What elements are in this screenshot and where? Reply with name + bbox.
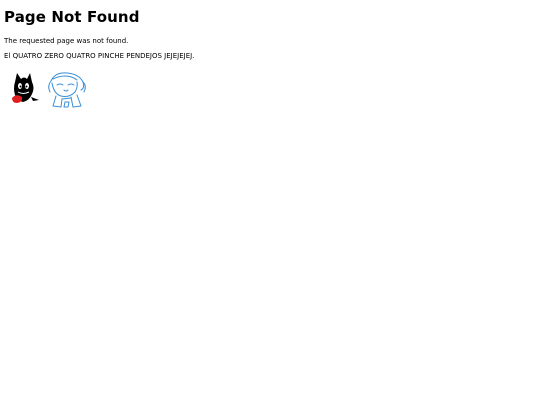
page-title: Page Not Found <box>4 8 140 26</box>
error-page: Page Not Found The requested page was no… <box>0 0 540 405</box>
cartoon-girl-sketch-icon <box>48 72 86 108</box>
cartoon-cat-icon <box>12 73 39 103</box>
extra-message: El QUATRO ZERO QUATRO PINCHE PENDEJOS JE… <box>4 52 195 60</box>
cartoon-illustrations <box>12 72 86 108</box>
error-message: The requested page was not found. <box>4 37 129 45</box>
